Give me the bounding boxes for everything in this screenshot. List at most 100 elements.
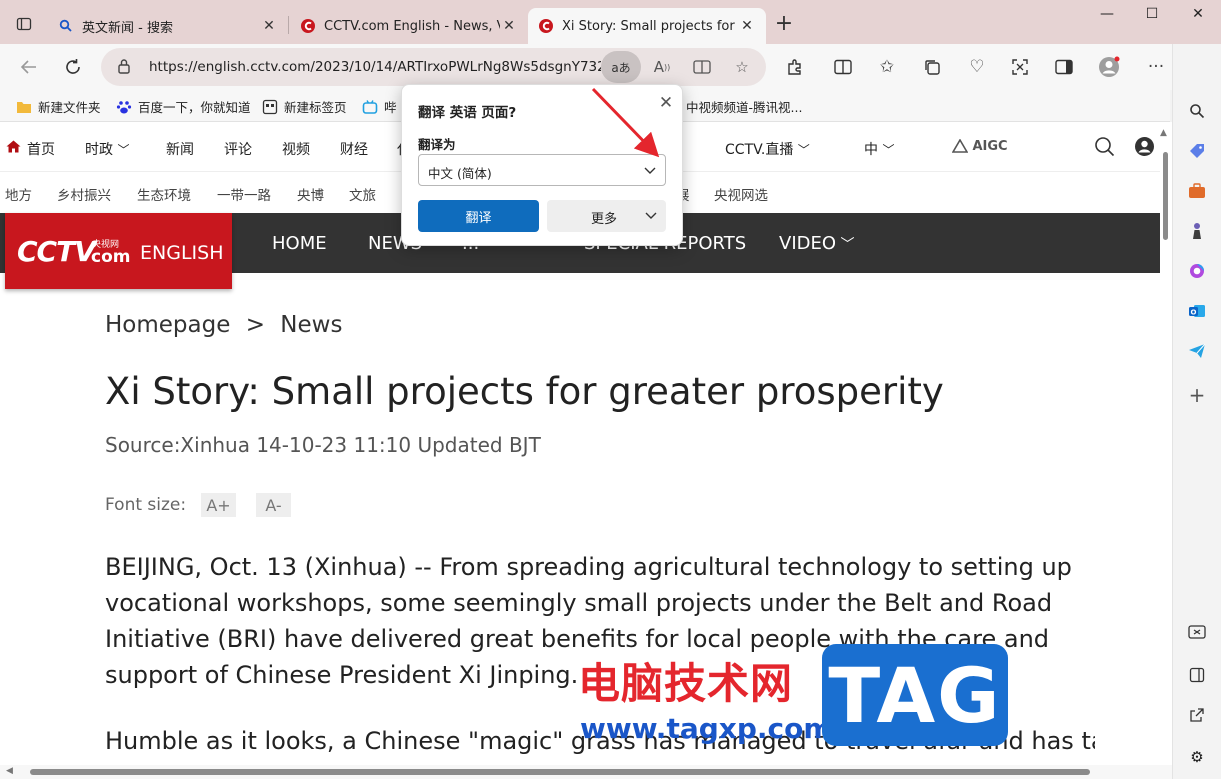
tab-strip: 英文新闻 - 搜索 ✕ CCTV.com English - News, Vid… bbox=[0, 0, 1221, 44]
favorite-tencent-video[interactable]: 中视频频道-腾讯视... bbox=[686, 97, 802, 116]
read-aloud-icon[interactable]: A)) bbox=[651, 56, 673, 78]
split-screen-icon[interactable] bbox=[830, 54, 856, 80]
extensions-icon[interactable] bbox=[782, 54, 808, 80]
nav-label: 时政 bbox=[85, 142, 113, 158]
logo-english-text: ENGLISH bbox=[140, 242, 224, 264]
cctv-favicon-icon bbox=[300, 18, 316, 34]
favorite-new-tab[interactable]: 新建标签页 bbox=[262, 97, 347, 116]
search-icon[interactable] bbox=[1186, 100, 1208, 122]
nav-politics-link[interactable]: 时政 ﹀ bbox=[85, 139, 129, 159]
watermark-url: www.tagxp.com bbox=[580, 712, 833, 745]
cctv-favicon-icon bbox=[538, 18, 554, 34]
nav-finance-link[interactable]: 财经 bbox=[340, 139, 368, 159]
channel-link[interactable]: 央视网选 bbox=[714, 184, 768, 204]
scroll-left-arrow-icon[interactable]: ◀ bbox=[6, 766, 13, 776]
channel-link[interactable]: 一带一路 bbox=[217, 184, 271, 204]
font-increase-button[interactable]: A+ bbox=[201, 493, 236, 517]
chevron-down-icon: ﹀ bbox=[882, 143, 895, 157]
logo-com-text: com bbox=[91, 247, 131, 267]
language-select[interactable]: 中 ﹀ bbox=[864, 139, 894, 159]
edge-sidebar: O + ⚙ bbox=[1172, 44, 1221, 779]
translate-icon[interactable]: aあ bbox=[601, 51, 641, 83]
nav-comment-link[interactable]: 评论 bbox=[224, 139, 252, 159]
profile-avatar-icon[interactable] bbox=[1096, 54, 1122, 80]
lock-icon[interactable] bbox=[117, 58, 131, 78]
vertical-scrollbar-thumb[interactable] bbox=[1163, 152, 1168, 240]
browser-essentials-icon[interactable]: ♡ bbox=[964, 54, 990, 80]
breadcrumb-homepage[interactable]: Homepage bbox=[105, 312, 230, 338]
cctv-english-logo[interactable]: CCTV 央视网 com ENGLISH bbox=[5, 213, 232, 289]
favorite-bilibili[interactable]: 哔 bbox=[362, 97, 397, 116]
add-plus-icon[interactable]: + bbox=[1186, 383, 1208, 407]
aigc-link[interactable]: AIGC bbox=[951, 138, 1008, 154]
favorite-label: 新建文件夹 bbox=[38, 100, 101, 115]
nav-home-link[interactable]: 首页 bbox=[27, 139, 55, 159]
address-bar[interactable]: https://english.cctv.com/2023/10/14/ARTI… bbox=[101, 48, 766, 86]
favorite-label: 哔 bbox=[384, 100, 397, 115]
bilibili-icon bbox=[362, 99, 378, 115]
sidebar-panel-icon[interactable] bbox=[1186, 664, 1208, 686]
channel-link[interactable]: 央博 bbox=[297, 184, 324, 204]
collections-icon[interactable] bbox=[919, 54, 945, 80]
more-button-label: 更多 bbox=[591, 212, 618, 227]
favorite-star-icon[interactable]: ☆ bbox=[731, 56, 753, 78]
tab-actions-icon[interactable] bbox=[10, 12, 38, 36]
outlook-icon[interactable]: O bbox=[1186, 300, 1208, 322]
breadcrumb-separator: > bbox=[245, 312, 265, 338]
watermark-text: 电脑技术网 bbox=[578, 659, 794, 708]
channel-link[interactable]: 文旅 bbox=[349, 184, 376, 204]
screenshot-icon[interactable] bbox=[1186, 621, 1208, 643]
main-nav-home[interactable]: HOME bbox=[272, 233, 327, 254]
scroll-up-arrow-icon[interactable]: ▲ bbox=[1160, 128, 1167, 138]
close-icon[interactable]: ✕ bbox=[738, 18, 756, 34]
nav-video-link[interactable]: 视频 bbox=[282, 139, 310, 159]
baidu-paw-icon bbox=[116, 99, 132, 115]
breadcrumb-news[interactable]: News bbox=[280, 312, 342, 338]
nav-live-link[interactable]: CCTV.直播 ﹀ bbox=[725, 139, 810, 159]
games-chess-icon[interactable] bbox=[1186, 220, 1208, 242]
tab-search[interactable]: 英文新闻 - 搜索 ✕ bbox=[48, 8, 288, 44]
more-options-icon[interactable]: ··· bbox=[1143, 54, 1169, 80]
site-search-icon[interactable] bbox=[1094, 136, 1115, 161]
settings-gear-icon[interactable]: ⚙ bbox=[1186, 746, 1208, 768]
tools-briefcase-icon[interactable] bbox=[1186, 180, 1208, 202]
channel-link[interactable]: 生态环境 bbox=[137, 184, 191, 204]
new-tab-plus-icon[interactable]: + bbox=[772, 13, 796, 35]
maximize-icon[interactable]: ☐ bbox=[1132, 6, 1172, 22]
refresh-icon[interactable] bbox=[60, 54, 86, 80]
translate-to-label: 翻译为 bbox=[418, 137, 456, 152]
favorite-folder[interactable]: 新建文件夹 bbox=[16, 97, 101, 116]
sidebar-toggle-icon[interactable] bbox=[1051, 54, 1077, 80]
channel-link[interactable]: 乡村振兴 bbox=[57, 184, 111, 204]
tab-xi-story[interactable]: Xi Story: Small projects for greater ✕ bbox=[528, 8, 766, 44]
font-decrease-button[interactable]: A- bbox=[256, 493, 291, 517]
microsoft-365-icon[interactable] bbox=[1186, 260, 1208, 282]
horizontal-scrollbar-thumb[interactable] bbox=[30, 769, 1090, 775]
immersive-reader-icon[interactable] bbox=[691, 56, 713, 78]
shopping-tag-icon[interactable] bbox=[1186, 140, 1208, 162]
chevron-down-icon bbox=[644, 208, 658, 228]
minimize-icon[interactable]: — bbox=[1087, 6, 1127, 22]
translate-button[interactable]: 翻译 bbox=[418, 200, 539, 232]
close-icon[interactable]: ✕ bbox=[260, 18, 278, 34]
close-window-icon[interactable]: ✕ bbox=[1178, 6, 1218, 22]
favorite-baidu[interactable]: 百度一下，你就知道 bbox=[116, 97, 251, 116]
horizontal-scrollbar[interactable]: ◀ bbox=[0, 765, 1172, 779]
screenshot-icon[interactable] bbox=[1007, 54, 1033, 80]
logo-cctv-text: CCTV bbox=[17, 235, 96, 268]
back-arrow-icon[interactable] bbox=[16, 54, 42, 80]
home-icon[interactable] bbox=[6, 140, 21, 157]
favorites-icon[interactable]: ✩ bbox=[874, 54, 900, 80]
more-button[interactable]: 更多 bbox=[547, 200, 666, 232]
favorite-label: 中视频频道-腾讯视... bbox=[686, 100, 803, 115]
send-telegram-icon[interactable] bbox=[1186, 340, 1208, 362]
close-icon[interactable]: ✕ bbox=[500, 18, 518, 34]
user-account-icon[interactable] bbox=[1134, 136, 1155, 161]
channel-link[interactable]: 地方 bbox=[5, 184, 32, 204]
url-text[interactable]: https://english.cctv.com/2023/10/14/ARTI… bbox=[149, 59, 601, 75]
external-link-icon[interactable] bbox=[1186, 704, 1208, 726]
tab-separator bbox=[288, 16, 289, 34]
tab-cctv-english[interactable]: CCTV.com English - News, Video ✕ bbox=[290, 8, 528, 44]
nav-news-link[interactable]: 新闻 bbox=[166, 139, 194, 159]
main-nav-video[interactable]: VIDEO ﹀ bbox=[779, 233, 854, 254]
